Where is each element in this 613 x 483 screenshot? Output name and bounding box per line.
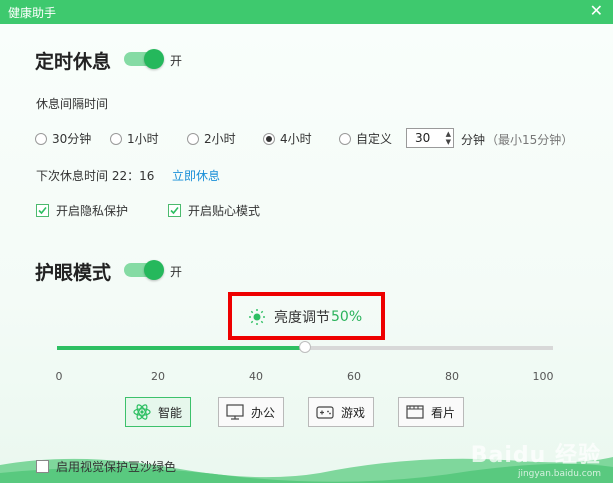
mode-label: 游戏 xyxy=(341,405,366,420)
rest-now-link[interactable]: 立即休息 xyxy=(172,167,220,184)
rest-section-title: 定时休息 xyxy=(35,51,112,73)
main-panel xyxy=(0,24,613,483)
baidu-watermark: Baidu 经验 jingyan.baidu.com xyxy=(471,437,601,479)
radio-circle xyxy=(110,132,122,145)
radio-label: 2小时 xyxy=(204,132,236,146)
mode-label: 办公 xyxy=(251,405,276,420)
checkbox-label: 开启隐私保护 xyxy=(56,204,129,218)
mode-smart-button[interactable]: 智能 xyxy=(125,397,192,427)
next-rest-time: 下次休息时间 22：16 xyxy=(36,169,155,183)
radio-circle-selected xyxy=(263,132,275,145)
custom-minutes-stepper[interactable]: 30 ▲ ▼ xyxy=(406,128,454,148)
brightness-value: 50% xyxy=(331,309,363,325)
toggle-knob xyxy=(144,260,164,280)
brightness-label-group: 亮度调节 50% xyxy=(248,307,362,327)
slider-tick: 100 xyxy=(532,370,554,383)
film-icon xyxy=(406,405,424,419)
gamepad-icon xyxy=(316,406,334,419)
radio-2hour[interactable]: 2小时 xyxy=(187,130,236,147)
rest-toggle[interactable] xyxy=(124,49,164,69)
mode-game-button[interactable]: 游戏 xyxy=(308,397,375,427)
radio-1hour[interactable]: 1小时 xyxy=(110,130,159,147)
care-mode-checkbox[interactable]: 开启贴心模式 xyxy=(168,202,260,219)
slider-thumb[interactable] xyxy=(299,341,311,353)
stepper-value: 30 xyxy=(415,131,431,145)
radio-30min[interactable]: 30分钟 xyxy=(35,130,91,147)
checkbox-box xyxy=(36,204,49,217)
stepper-arrows-icon[interactable]: ▲ ▼ xyxy=(446,130,451,146)
slider-tick: 0 xyxy=(55,370,63,383)
window-title: 健康助手 xyxy=(8,6,57,20)
mode-movie-button[interactable]: 看片 xyxy=(398,397,465,427)
radio-label: 30分钟 xyxy=(52,132,92,146)
slider-fill xyxy=(57,346,305,350)
rest-toggle-label: 开 xyxy=(170,54,183,68)
interval-label: 休息间隔时间 xyxy=(36,97,109,111)
brightness-slider[interactable] xyxy=(57,341,553,353)
check-icon xyxy=(170,206,179,215)
checkbox-label: 开启贴心模式 xyxy=(188,204,261,218)
sun-icon xyxy=(249,309,265,325)
radio-custom[interactable]: 自定义 xyxy=(339,130,392,147)
slider-tick: 80 xyxy=(445,370,459,383)
watermark-url: jingyan.baidu.com xyxy=(517,469,601,479)
slider-tick: 20 xyxy=(151,370,165,383)
mode-office-button[interactable]: 办公 xyxy=(218,397,285,427)
watermark-brand: Baidu 经验 xyxy=(470,443,601,468)
toggle-knob xyxy=(144,49,164,69)
smart-icon xyxy=(133,404,151,420)
eye-section-title: 护眼模式 xyxy=(35,262,112,284)
check-icon xyxy=(38,206,47,215)
mode-label: 看片 xyxy=(431,405,456,420)
custom-unit: 分钟 xyxy=(461,133,486,147)
radio-circle xyxy=(339,132,351,145)
radio-label: 4小时 xyxy=(280,132,312,146)
title-bar: 健康助手 ✕ xyxy=(0,0,613,24)
checkbox-box xyxy=(168,204,181,217)
privacy-checkbox[interactable]: 开启隐私保护 xyxy=(36,202,128,219)
brightness-label: 亮度调节 xyxy=(274,310,330,326)
custom-hint: （最小15分钟） xyxy=(486,133,574,147)
checkbox-label: 启用视觉保护豆沙绿色 xyxy=(56,460,177,474)
radio-circle xyxy=(35,132,47,145)
radio-4hour[interactable]: 4小时 xyxy=(263,130,312,147)
eye-toggle-label: 开 xyxy=(170,265,183,279)
slider-tick: 40 xyxy=(249,370,263,383)
checkbox-box xyxy=(36,460,49,473)
monitor-icon xyxy=(226,404,244,420)
green-background-checkbox[interactable]: 启用视觉保护豆沙绿色 xyxy=(36,458,176,475)
eye-toggle[interactable] xyxy=(124,260,164,280)
slider-tick: 60 xyxy=(347,370,361,383)
mode-label: 智能 xyxy=(158,405,183,420)
radio-label: 1小时 xyxy=(127,132,159,146)
radio-label: 自定义 xyxy=(356,132,393,146)
radio-circle xyxy=(187,132,199,145)
close-icon[interactable]: ✕ xyxy=(590,2,603,20)
